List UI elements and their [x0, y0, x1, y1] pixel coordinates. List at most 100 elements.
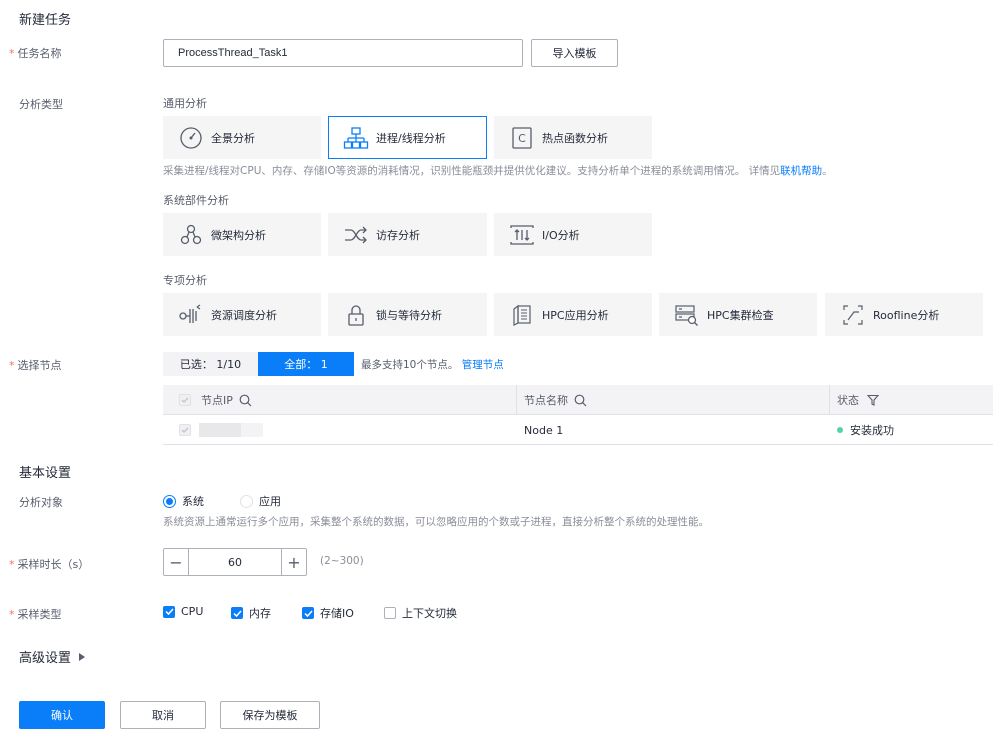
card-lock-wait-analysis[interactable]: 锁与等待分析 [328, 293, 487, 336]
radio-application[interactable]: 应用 [240, 493, 281, 509]
page-title: 新建任务 [19, 13, 72, 28]
confirm-button[interactable]: 确认 [19, 701, 105, 729]
system-parts-title: 系统部件分析 [163, 194, 229, 207]
lock-icon [343, 302, 369, 328]
column-status: 状态 [837, 394, 859, 407]
card-hotspot-function-analysis[interactable]: C 热点函数分析 [494, 116, 652, 159]
card-microarch-analysis[interactable]: 微架构分析 [163, 213, 321, 256]
card-resource-scheduling-analysis[interactable]: 资源调度分析 [163, 293, 321, 336]
node-select-label: * 选择节点 [9, 359, 62, 372]
sample-duration-value[interactable]: 60 [188, 549, 282, 575]
gauge-icon [178, 125, 204, 151]
ip-mask [241, 423, 263, 437]
status-text: 安装成功 [850, 424, 894, 437]
card-label: 全景分析 [211, 131, 255, 145]
sample-type-label: * 采样类型 [9, 608, 62, 621]
increment-button[interactable]: + [282, 549, 306, 575]
card-label: HPC应用分析 [542, 308, 609, 322]
checkbox-indicator [163, 605, 175, 618]
card-label: 热点函数分析 [542, 131, 608, 145]
checkbox-label: 存储IO [320, 607, 354, 620]
checkbox-label: 内存 [249, 607, 271, 620]
roofline-icon [840, 302, 866, 328]
tab-all-nodes[interactable]: 全部： 1 [258, 352, 354, 376]
microarch-icon [178, 222, 204, 248]
table-header: 节点IP 节点名称 状态 [163, 385, 993, 415]
analysis-type-label: 分析类型 [19, 98, 63, 111]
hpc-cluster-icon [674, 302, 700, 328]
advanced-settings-title: 高级设置 [19, 651, 72, 666]
card-panorama-analysis[interactable]: 全景分析 [163, 116, 321, 159]
checkbox-indicator [302, 607, 314, 619]
row-checkbox[interactable] [179, 424, 191, 436]
checkbox-memory[interactable]: 内存 [231, 605, 271, 621]
tab-selected-nodes[interactable]: 已选： 1/10 [163, 352, 258, 376]
column-node-name: 节点名称 [524, 394, 568, 407]
node-ip-masked [199, 423, 241, 437]
general-analysis-title: 通用分析 [163, 97, 207, 110]
search-icon[interactable] [574, 394, 587, 407]
online-help-link[interactable]: 联机帮助 [780, 165, 822, 177]
radio-system[interactable]: 系统 [163, 493, 204, 509]
card-hpc-app-analysis[interactable]: HPC应用分析 [494, 293, 652, 336]
svg-text:C: C [518, 132, 526, 145]
card-label: 锁与等待分析 [376, 308, 442, 322]
checkbox-cpu[interactable]: CPU [163, 605, 203, 618]
required-mark: * [9, 47, 15, 60]
card-process-thread-analysis[interactable]: 进程/线程分析 [328, 116, 487, 159]
checkbox-label: 上下文切换 [402, 607, 457, 620]
import-template-button[interactable]: 导入模板 [531, 39, 618, 67]
task-name-label: * 任务名称 [9, 47, 62, 60]
radio-indicator [163, 494, 176, 508]
save-as-template-button[interactable]: 保存为模板 [220, 701, 320, 729]
card-roofline-analysis[interactable]: Roofline分析 [825, 293, 983, 336]
scheduling-icon [178, 302, 204, 328]
checkbox-context-switch[interactable]: 上下文切换 [384, 605, 457, 621]
card-label: 微架构分析 [211, 228, 266, 242]
analysis-target-description: 系统资源上通常运行多个应用，采集整个系统的数据，可以忽略应用的个数或子进程，直接… [163, 516, 709, 528]
checkbox-indicator [231, 607, 243, 619]
analysis-target-label: 分析对象 [19, 496, 63, 509]
card-hpc-cluster-check[interactable]: HPC集群检查 [659, 293, 817, 336]
checkbox-label: CPU [181, 605, 204, 618]
radio-indicator [240, 494, 253, 508]
hpc-app-icon [509, 302, 535, 328]
sample-duration-label: * 采样时长（s） [9, 558, 90, 571]
special-analysis-title: 专项分析 [163, 274, 207, 287]
table-row[interactable]: Node 1 安装成功 [163, 415, 993, 445]
sample-duration-range: (2~300) [320, 555, 364, 567]
status-dot [837, 427, 843, 433]
checkbox-storage-io[interactable]: 存储IO [302, 605, 354, 621]
process-tree-icon [343, 125, 369, 151]
advanced-settings-toggle[interactable]: 高级设置 [19, 647, 86, 666]
node-hint: 最多支持10个节点。 管理节点 [361, 359, 504, 371]
card-label: 访存分析 [376, 228, 420, 242]
analysis-description: 采集进程/线程对CPU、内存、存储IO等资源的消耗情况，识别性能瓶颈并提供优化建… [163, 165, 833, 177]
node-name-cell: Node 1 [524, 423, 564, 437]
io-icon [509, 222, 535, 248]
card-label: I/O分析 [542, 228, 580, 242]
select-all-checkbox[interactable] [179, 394, 191, 406]
radio-label: 系统 [182, 495, 204, 508]
node-table: 节点IP 节点名称 状态 Node 1 安装成功 [163, 385, 993, 445]
radio-label: 应用 [259, 495, 281, 508]
column-node-ip: 节点IP [201, 394, 233, 407]
card-io-analysis[interactable]: I/O分析 [494, 213, 652, 256]
sample-duration-stepper: − 60 + [163, 548, 307, 576]
decrement-button[interactable]: − [164, 549, 188, 575]
search-icon[interactable] [239, 394, 252, 407]
basic-settings-title: 基本设置 [19, 466, 72, 481]
card-memory-access-analysis[interactable]: 访存分析 [328, 213, 487, 256]
card-label: 进程/线程分析 [376, 131, 446, 145]
card-label: 资源调度分析 [211, 308, 277, 322]
caret-right-icon [79, 652, 86, 661]
card-label: HPC集群检查 [707, 308, 774, 322]
task-name-input[interactable] [163, 39, 523, 67]
card-label: Roofline分析 [873, 308, 940, 322]
manage-nodes-link[interactable]: 管理节点 [462, 359, 504, 371]
cancel-button[interactable]: 取消 [120, 701, 206, 729]
filter-icon[interactable] [867, 394, 879, 406]
shuffle-icon [343, 222, 369, 248]
function-c-icon: C [509, 125, 535, 151]
checkbox-indicator [384, 607, 396, 619]
